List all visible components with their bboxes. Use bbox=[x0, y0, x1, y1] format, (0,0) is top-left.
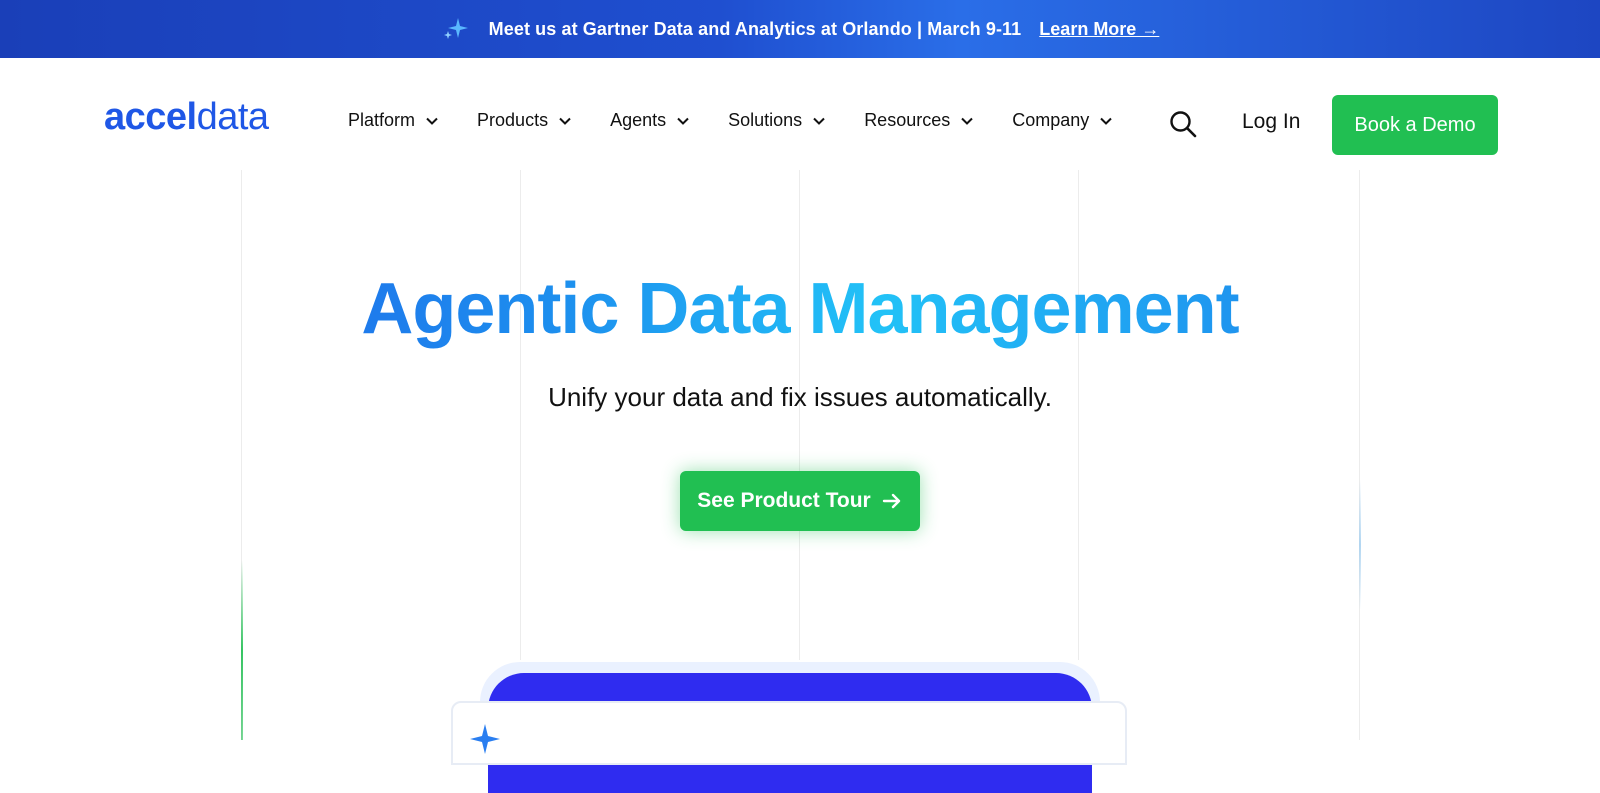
preview-card-body bbox=[451, 701, 1127, 765]
nav-item-products[interactable]: Products bbox=[477, 110, 572, 131]
nav-item-label: Agents bbox=[610, 110, 667, 130]
sparkle-icon bbox=[443, 18, 468, 39]
nav-item-solutions[interactable]: Solutions bbox=[728, 110, 826, 131]
logo-part-accel: accel bbox=[104, 96, 197, 138]
chevron-down-icon bbox=[559, 117, 571, 125]
announcement-bar: Meet us at Gartner Data and Analytics at… bbox=[0, 0, 1600, 58]
logo-part-data: data bbox=[196, 96, 269, 138]
learn-more-link[interactable]: Learn More → bbox=[1039, 19, 1159, 40]
grid-line bbox=[1359, 170, 1360, 740]
nav-item-label: Company bbox=[1012, 110, 1090, 130]
nav-menu: Platform Products Agents Solutions Resou… bbox=[348, 110, 1151, 131]
grid-line bbox=[520, 170, 521, 660]
nav-item-label: Platform bbox=[348, 110, 416, 130]
hero-title: Agentic Data Management bbox=[0, 268, 1600, 350]
chevron-down-icon bbox=[1100, 117, 1112, 125]
main-nav: acceldata Platform Products Agents Solut… bbox=[0, 58, 1600, 170]
chevron-down-icon bbox=[677, 117, 689, 125]
see-product-tour-button[interactable]: See Product Tour bbox=[680, 471, 920, 531]
nav-item-label: Solutions bbox=[728, 110, 803, 130]
chevron-down-icon bbox=[961, 117, 973, 125]
grid-line bbox=[1078, 170, 1079, 660]
acceldata-logo[interactable]: acceldata bbox=[104, 98, 269, 136]
grid-line bbox=[799, 170, 800, 660]
sparkle-icon bbox=[470, 724, 500, 754]
nav-item-resources[interactable]: Resources bbox=[864, 110, 974, 131]
search-icon[interactable] bbox=[1168, 109, 1198, 139]
nav-item-label: Products bbox=[477, 110, 549, 130]
nav-item-label: Resources bbox=[864, 110, 951, 130]
arrow-right-icon bbox=[882, 493, 900, 509]
login-link[interactable]: Log In bbox=[1242, 110, 1300, 134]
announcement-text: Meet us at Gartner Data and Analytics at… bbox=[488, 18, 1022, 39]
chevron-down-icon bbox=[813, 117, 825, 125]
decorative-glow-line bbox=[241, 560, 243, 740]
tour-button-label: See Product Tour bbox=[697, 489, 871, 512]
nav-item-platform[interactable]: Platform bbox=[348, 110, 439, 131]
book-demo-button[interactable]: Book a Demo bbox=[1332, 95, 1498, 155]
decorative-glow-line bbox=[1359, 480, 1361, 610]
chevron-down-icon bbox=[426, 117, 438, 125]
nav-item-agents[interactable]: Agents bbox=[610, 110, 690, 131]
nav-item-company[interactable]: Company bbox=[1012, 110, 1113, 131]
hero-subtitle: Unify your data and fix issues automatic… bbox=[548, 382, 1052, 412]
